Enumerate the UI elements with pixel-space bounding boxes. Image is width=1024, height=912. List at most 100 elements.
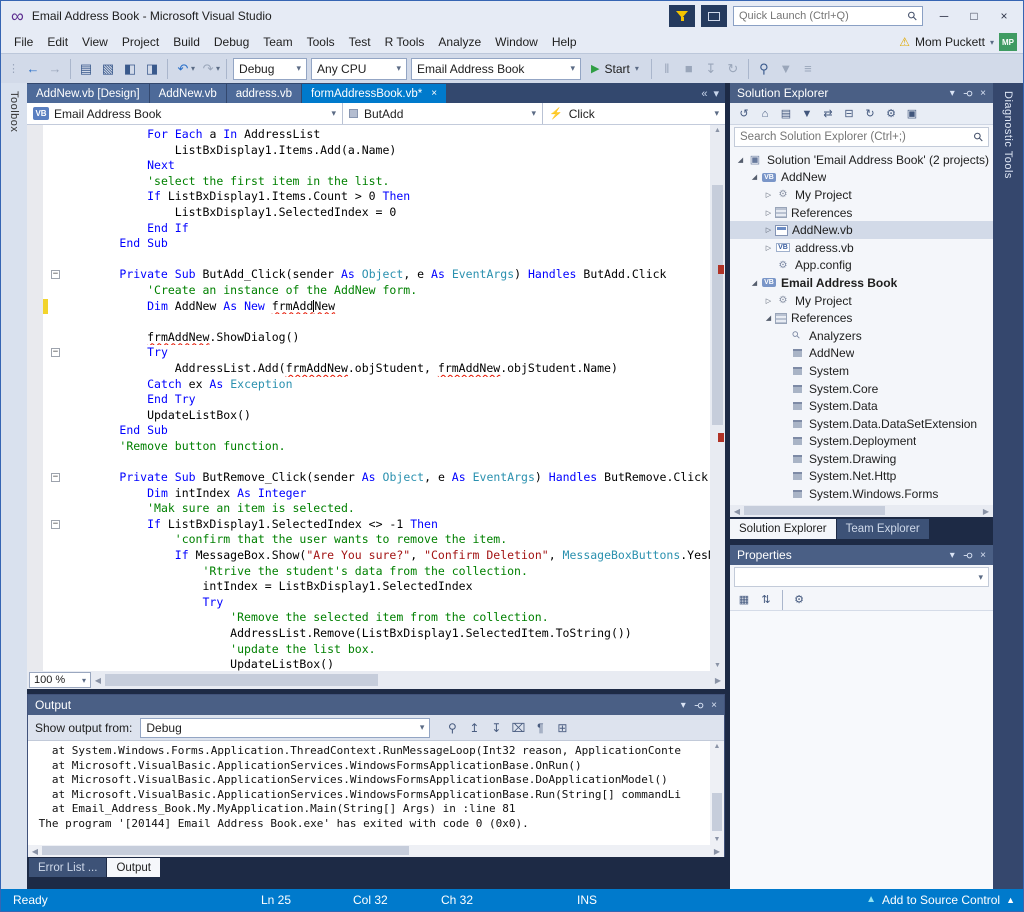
scrollbar-thumb[interactable] bbox=[712, 793, 722, 831]
scroll-right-icon[interactable]: ▶ bbox=[711, 676, 725, 685]
code-line[interactable]: AddressList.Add(frmAddNew.objStudent, fr… bbox=[43, 361, 710, 377]
step-over-icon[interactable]: ↻ bbox=[722, 58, 744, 80]
code-line[interactable]: Catch ex As Exception bbox=[43, 377, 710, 393]
output-header[interactable]: Output ▾ ⚲ × bbox=[28, 695, 724, 715]
code-line[interactable]: Dim intIndex As Integer bbox=[43, 486, 710, 502]
menu-item-edit[interactable]: Edit bbox=[40, 31, 75, 53]
output-source-combo[interactable]: Debug▾ bbox=[140, 718, 430, 738]
tree-item[interactable]: ◢References bbox=[730, 309, 993, 327]
menu-item-debug[interactable]: Debug bbox=[207, 31, 256, 53]
menu-item-window[interactable]: Window bbox=[488, 31, 545, 53]
code-line[interactable]: − Try bbox=[43, 345, 710, 361]
code-line[interactable]: End If bbox=[43, 221, 710, 237]
code-line[interactable]: UpdateListBox() bbox=[43, 657, 710, 671]
tree-item[interactable]: System.Deployment bbox=[730, 433, 993, 451]
code-line[interactable]: 'Rtrive the student's data from the coll… bbox=[43, 564, 710, 580]
nav-member-combo[interactable]: ButAdd▾ bbox=[343, 103, 543, 124]
active-files-dropdown-icon[interactable]: ▾ bbox=[713, 87, 719, 100]
editor-vscrollbar[interactable]: ▲ ▼ bbox=[710, 125, 725, 671]
doc-tab[interactable]: address.vb bbox=[227, 84, 301, 103]
quick-launch[interactable]: ⚲ bbox=[733, 6, 923, 26]
output-vscrollbar[interactable]: ▲ ▼ bbox=[710, 741, 724, 845]
menu-item-view[interactable]: View bbox=[75, 31, 115, 53]
properties-header[interactable]: Properties ▾ ⚲ × bbox=[730, 545, 993, 565]
scroll-left-icon[interactable]: ◀ bbox=[28, 847, 42, 856]
bookmark-icon[interactable]: ▼ bbox=[775, 58, 797, 80]
scroll-right-icon[interactable]: ▶ bbox=[710, 847, 724, 856]
output-lines[interactable]: at System.Windows.Forms.Application.Thre… bbox=[28, 741, 710, 845]
tree-item[interactable]: System.Drawing bbox=[730, 450, 993, 468]
tree-item[interactable]: ▷My Project bbox=[730, 186, 993, 204]
tab-scroll-icon[interactable]: « bbox=[701, 88, 707, 100]
open-file-icon[interactable]: ▧ bbox=[97, 58, 119, 80]
window-menu-icon[interactable]: ▾ bbox=[950, 550, 955, 561]
code-line[interactable]: 'Mak sure an item is selected. bbox=[43, 501, 710, 517]
feedback-button[interactable] bbox=[701, 5, 727, 27]
code-line[interactable]: − If ListBxDisplay1.SelectedIndex <> -1 … bbox=[43, 517, 710, 533]
back-icon[interactable]: ↺ bbox=[734, 105, 754, 123]
property-pages-icon[interactable]: ⚙ bbox=[789, 591, 809, 609]
scroll-up-icon[interactable]: ▲ bbox=[710, 127, 725, 134]
close-icon[interactable]: × bbox=[980, 88, 986, 99]
scrollbar-thumb[interactable] bbox=[712, 185, 723, 425]
scrollbar-thumb[interactable] bbox=[744, 506, 885, 515]
panel-tab-output[interactable]: Output bbox=[107, 858, 160, 877]
find-message-icon[interactable]: ⚲ bbox=[442, 718, 462, 738]
scroll-down-icon[interactable]: ▼ bbox=[710, 836, 724, 843]
code-line[interactable]: 'Create an instance of the AddNew form. bbox=[43, 283, 710, 299]
diagnostic-tools-tab[interactable]: Diagnostic Tools bbox=[1002, 91, 1014, 889]
start-button[interactable]: ▶ Start ▾ bbox=[591, 62, 639, 76]
menu-item-tools[interactable]: Tools bbox=[300, 31, 342, 53]
avatar[interactable]: MP bbox=[999, 33, 1017, 51]
user-name[interactable]: Mom Puckett bbox=[915, 35, 985, 49]
save-all-icon[interactable]: ◨ bbox=[141, 58, 163, 80]
expander-icon[interactable]: ▷ bbox=[762, 209, 775, 217]
code-editor[interactable]: For Each a In AddressList ListBxDisplay1… bbox=[27, 125, 725, 671]
code-line[interactable]: End Sub bbox=[43, 236, 710, 252]
se-search-box[interactable]: ⚲ bbox=[734, 127, 989, 147]
code-line[interactable]: ListBxDisplay1.Items.Add(a.Name) bbox=[43, 143, 710, 159]
close-icon[interactable]: × bbox=[711, 700, 717, 711]
pin-icon[interactable]: ⚲ bbox=[962, 89, 973, 96]
code-line[interactable] bbox=[43, 454, 710, 470]
tree-item[interactable]: ▷address.vb bbox=[730, 239, 993, 257]
sync-with-active-document-icon[interactable]: ⇄ bbox=[818, 105, 838, 123]
categorized-icon[interactable]: ▦ bbox=[734, 591, 754, 609]
maximize-button[interactable]: □ bbox=[959, 4, 989, 28]
refresh-icon[interactable]: ↻ bbox=[860, 105, 880, 123]
filter-button[interactable] bbox=[669, 5, 695, 27]
close-icon[interactable]: × bbox=[980, 550, 986, 561]
tree-item[interactable]: System.Net.Http bbox=[730, 468, 993, 486]
zoom-combo[interactable]: 100 %▾ bbox=[29, 672, 91, 688]
scroll-up-icon[interactable]: ▲ bbox=[710, 743, 724, 750]
code-line[interactable] bbox=[43, 252, 710, 268]
se-header[interactable]: Solution Explorer ▾ ⚲ × bbox=[730, 83, 993, 103]
tree-item[interactable]: System.Core bbox=[730, 380, 993, 398]
scroll-left-icon[interactable]: ◀ bbox=[91, 676, 105, 685]
collapse-region-icon[interactable]: − bbox=[51, 348, 60, 357]
code-line[interactable]: For Each a In AddressList bbox=[43, 127, 710, 143]
code-line[interactable]: intIndex = ListBxDisplay1.SelectedIndex bbox=[43, 579, 710, 595]
tree-item[interactable]: System.Data.DataSetExtension bbox=[730, 415, 993, 433]
goto-prev-message-icon[interactable]: ↥ bbox=[464, 718, 484, 738]
code-line[interactable]: If ListBxDisplay1.Items.Count > 0 Then bbox=[43, 189, 710, 205]
nav-event-combo[interactable]: ⚡ Click▾ bbox=[543, 103, 725, 124]
scrollbar-thumb[interactable] bbox=[42, 846, 409, 855]
properties-icon[interactable]: ⚙ bbox=[881, 105, 901, 123]
expander-icon[interactable]: ◢ bbox=[734, 156, 747, 164]
add-to-source-control[interactable]: ▲ Add to Source Control ▲ bbox=[866, 889, 1015, 911]
tree-item[interactable]: ◢Email Address Book bbox=[730, 274, 993, 292]
tool-tab-team-explorer[interactable]: Team Explorer bbox=[837, 519, 929, 539]
scrollbar-thumb[interactable] bbox=[105, 674, 378, 686]
platform-combo[interactable]: Any CPU▾ bbox=[311, 58, 407, 80]
toolbar-grip[interactable]: ⋮ bbox=[8, 62, 19, 75]
switch-views-icon[interactable]: ▤ bbox=[776, 105, 796, 123]
code-line[interactable]: End Try bbox=[43, 392, 710, 408]
code-line[interactable]: 'confirm that the user wants to remove t… bbox=[43, 532, 710, 548]
close-button[interactable]: × bbox=[989, 4, 1019, 28]
goto-next-message-icon[interactable]: ↧ bbox=[486, 718, 506, 738]
tree-item[interactable]: System.Data bbox=[730, 397, 993, 415]
tree-item[interactable]: App.config bbox=[730, 257, 993, 275]
alphabetical-icon[interactable]: ⇅ bbox=[756, 591, 776, 609]
properties-object-combo[interactable]: ▾ bbox=[734, 567, 989, 587]
